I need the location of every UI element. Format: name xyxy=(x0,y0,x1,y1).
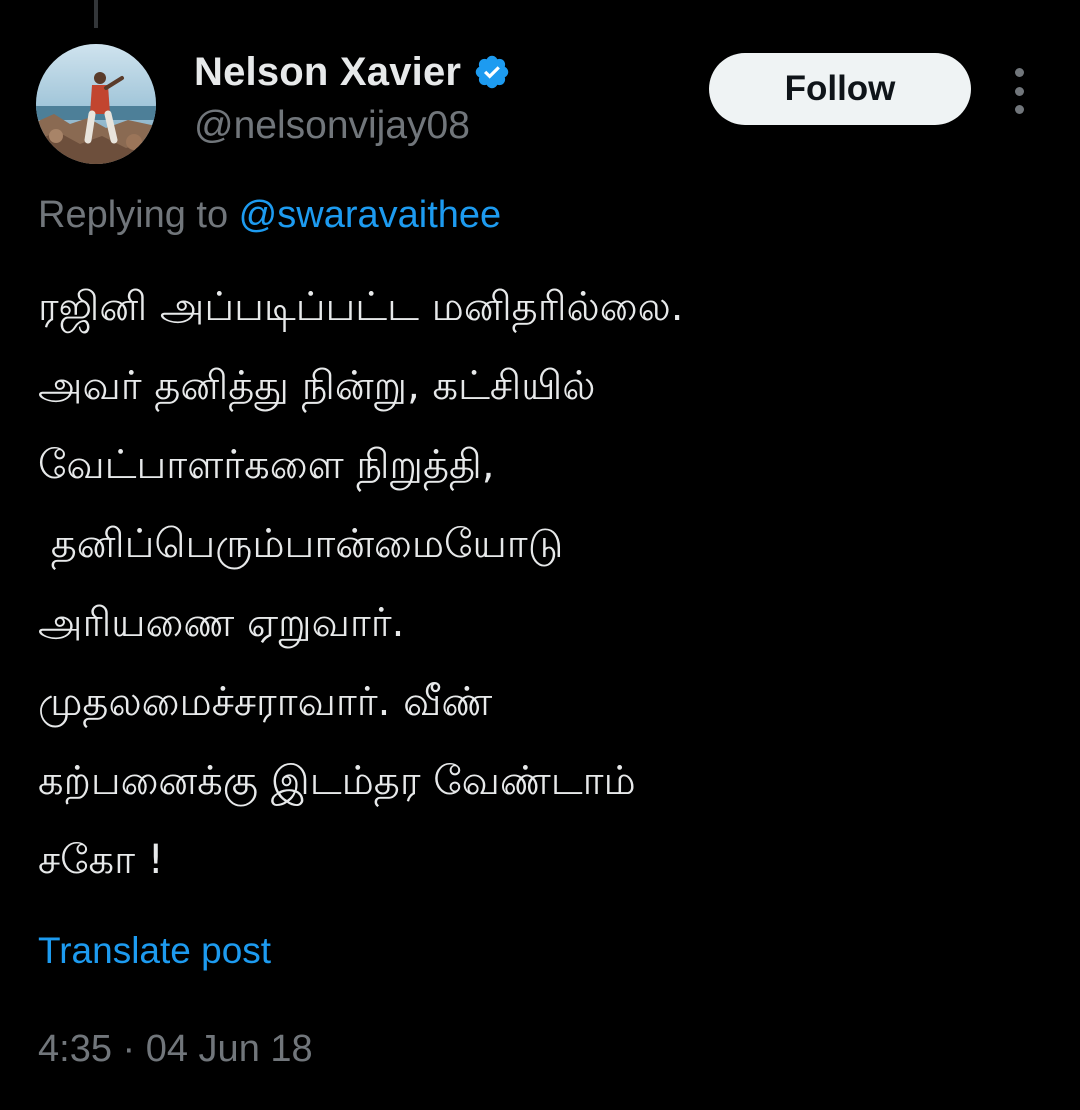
replying-to: Replying to @swaravaithee xyxy=(38,194,501,237)
replying-to-label: Replying to xyxy=(38,194,239,236)
more-dot xyxy=(1014,105,1024,114)
post-text-line: கற்பனைக்கு இடம்தர வேண்டாம் xyxy=(38,758,636,804)
more-dot xyxy=(1014,68,1024,77)
verified-badge-icon[interactable] xyxy=(473,53,511,91)
post-text-line: அவர் தனித்து நின்று, கட்சியில் xyxy=(38,363,596,409)
post-text: ரஜினி அப்படிப்பட்ட மனிதரில்லை. அவர் தனித்… xyxy=(38,268,1038,900)
reply-mention-link[interactable]: @swaravaithee xyxy=(239,194,501,236)
post-text-line: அரியணை ஏறுவார். xyxy=(38,600,405,646)
translate-post-link[interactable]: Translate post xyxy=(38,930,271,972)
more-dot xyxy=(1014,86,1024,96)
author-avatar[interactable] xyxy=(36,44,156,164)
post-text-line: வேட்பாளர்களை நிறுத்தி, xyxy=(38,442,495,488)
display-name-row: Nelson Xavier xyxy=(194,46,511,98)
more-options-icon[interactable] xyxy=(1004,68,1034,114)
post-text-line: ரஜினி அப்படிப்பட்ட மனிதரில்லை. xyxy=(38,284,684,330)
thread-connector-line xyxy=(94,0,98,28)
author-handle[interactable]: @nelsonvijay08 xyxy=(194,104,511,148)
avatar-photo xyxy=(36,44,156,164)
post-text-line: தனிப்பெரும்பான்மையோடு xyxy=(38,521,564,567)
author-display-name[interactable]: Nelson Xavier xyxy=(194,50,461,95)
follow-button[interactable]: Follow xyxy=(709,53,971,125)
post-timestamp[interactable]: 4:35 · 04 Jun 18 xyxy=(38,1028,313,1071)
post-text-line: முதலமைச்சராவார். வீண் xyxy=(38,679,493,725)
post-header: Nelson Xavier @nelsonvijay08 Follow xyxy=(36,40,1046,164)
author-names: Nelson Xavier @nelsonvijay08 xyxy=(194,46,511,148)
post-text-line: சகோ ! xyxy=(38,837,164,883)
